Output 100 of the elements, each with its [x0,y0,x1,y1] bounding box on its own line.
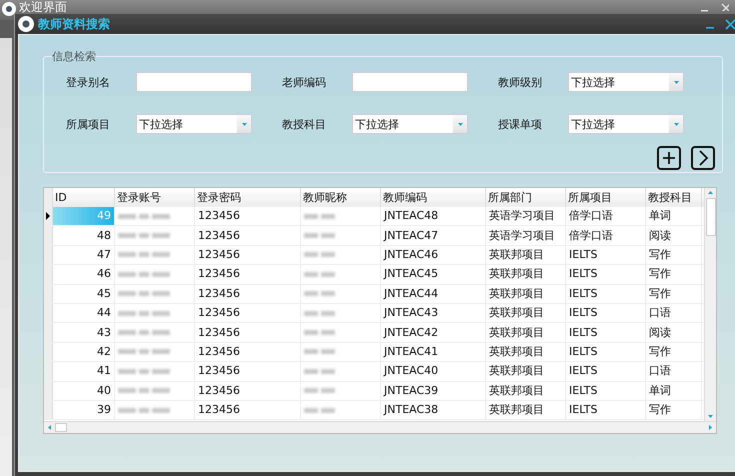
caret-icon [458,122,462,126]
table-cell: IELTS [566,342,646,362]
table-cell: 40 [53,382,115,400]
logo-icon [2,2,16,16]
table-row[interactable]: 43 123456 JNTEAC42 英联邦项目 IELTS 阅读 [44,323,704,343]
blurred-text-drawing [304,250,335,260]
blurred-text-drawing [118,211,170,222]
table-cell: JNTEAC44 [381,284,486,303]
column-header[interactable]: 教师编码 [381,188,486,207]
table-cell: 英联邦项目 [486,265,566,284]
table-row[interactable]: 41 123456 JNTEAC40 英联邦项目 IELTS 口语 [44,362,704,382]
blurred-text-drawing [118,386,170,396]
table-row[interactable]: 42 123456 JNTEAC41 英联邦项目 IELTS 写作 [44,342,704,362]
blurred-text-drawing [118,269,170,280]
field-label: 老师编码 [282,74,327,90]
table-cell: 口语 [646,362,702,381]
table-cell: 41 [53,362,115,381]
scroll-left-icon [48,425,51,430]
dropdown[interactable]: 下拉选择 [352,114,468,134]
table-cell: 42 [53,342,115,362]
dropdown[interactable]: 下拉选择 [568,114,684,134]
table-cell: 单词 [646,207,702,226]
table-row[interactable]: 47 123456 JNTEAC46 英联邦项目 IELTS 写作 [44,246,704,266]
table-cell: 英联邦项目 [486,304,566,322]
scroll-thumb[interactable] [55,423,67,432]
blurred-text-drawing [118,288,170,299]
table-cell: 46 [53,265,115,284]
table-cell: JNTEAC46 [381,246,486,264]
table-cell: 阅读 [646,323,702,342]
table-cell: IELTS [566,284,646,303]
column-header[interactable]: 教师昵称 [301,188,381,207]
table-cell: 英联邦项目 [486,400,566,420]
input-field[interactable] [352,72,468,92]
table-row[interactable]: 48 123456 JNTEAC47 英语学习项目 倍学口语 阅读 [44,226,704,246]
table-cell: IELTS [566,400,646,420]
blurred-text-drawing [304,211,335,222]
table-cell: 123456 [195,284,301,303]
table-cell: 123456 [195,362,301,381]
table-cell: JNTEAC45 [381,265,486,284]
blurred-text-drawing [304,386,335,396]
scroll-right-icon [709,425,712,430]
table-row[interactable]: 40 123456 JNTEAC39 英联邦项目 IELTS 单词 [44,382,704,401]
window-title: 欢迎界面 [19,1,67,14]
blurred-text-drawing [304,405,335,416]
scroll-down-icon [708,415,713,418]
table-cell: 123456 [195,323,301,342]
window-title: 教师资料搜索 [38,16,110,32]
table-row[interactable]: 44 123456 JNTEAC43 英联邦项目 IELTS 口语 [44,304,704,324]
blurred-text-drawing [304,366,335,376]
scroll-thumb[interactable] [706,198,716,236]
horizontal-scrollbar[interactable] [44,421,716,433]
table-cell: JNTEAC48 [381,207,486,226]
vertical-scrollbar[interactable] [704,188,716,421]
table-cell: JNTEAC41 [381,342,486,362]
close-icon[interactable] [725,18,735,30]
next-button[interactable] [691,146,715,170]
column-header[interactable]: 教授科目 [646,188,702,207]
column-header[interactable]: 所属部门 [486,188,566,207]
field-label: 教授科目 [282,116,327,132]
table-cell: 123456 [195,226,301,245]
dropdown[interactable]: 下拉选择 [568,72,684,92]
table-cell: 写作 [646,284,702,303]
table-cell: 123456 [195,304,301,322]
table-cell: JNTEAC40 [381,362,486,381]
blurred-text-drawing [118,230,170,241]
table-cell: 123456 [195,382,301,400]
plus-icon [662,151,676,165]
table-row[interactable]: 39 123456 JNTEAC38 英联邦项目 IELTS 写作 [44,400,704,420]
dropdown[interactable]: 下拉选择 [136,114,252,134]
table-cell: 43 [53,323,115,342]
caret-icon [674,122,678,126]
table-row[interactable]: 45 123456 JNTEAC44 英联邦项目 IELTS 写作 [44,284,704,304]
table-cell: 123456 [195,246,301,264]
input-field[interactable] [136,72,252,92]
table-cell: JNTEAC39 [381,382,486,400]
table-cell: 123456 [195,400,301,420]
table-cell: 英联邦项目 [486,342,566,362]
table-cell: 写作 [646,265,702,284]
blurred-text-drawing [118,328,170,338]
table-cell: IELTS [566,265,646,284]
column-header[interactable]: 登录账号 [115,188,195,207]
table-cell: 阅读 [646,226,702,245]
table-cell: IELTS [566,323,646,342]
add-button[interactable] [657,146,681,170]
table-cell: 英语学习项目 [486,207,566,226]
field-label: 教师级别 [498,74,543,90]
blurred-text-drawing [118,308,170,318]
table-row[interactable]: 49 123456 JNTEAC48 英语学习项目 倍学口语 单词 [44,207,704,226]
table-row[interactable]: 46 123456 JNTEAC45 英联邦项目 IELTS 写作 [44,265,704,285]
table-cell: JNTEAC43 [381,304,486,322]
table-cell: 123456 [195,207,301,226]
logo-icon [18,16,34,32]
table-cell: 44 [53,304,115,322]
row-pointer-icon [46,212,50,220]
table-cell: 47 [53,246,115,264]
header-corner [44,188,53,207]
table-cell: 写作 [646,342,702,362]
column-header[interactable]: 登录密码 [195,188,301,207]
column-header[interactable]: 所属项目 [566,188,646,207]
table-cell: JNTEAC42 [381,323,486,342]
